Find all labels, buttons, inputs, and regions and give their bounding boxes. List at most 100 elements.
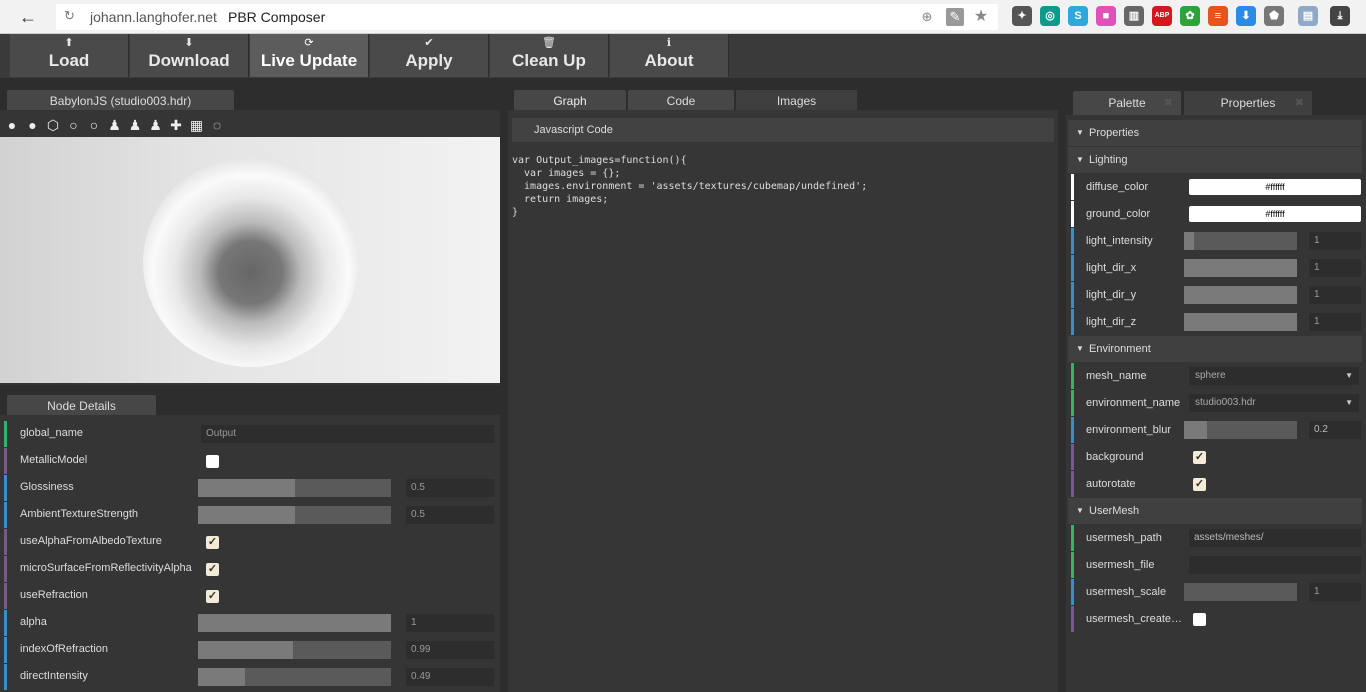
usermesh-created-checkbox[interactable] xyxy=(1193,613,1206,626)
property-slider[interactable] xyxy=(198,614,391,632)
section-environment[interactable]: ▼ Environment xyxy=(1068,336,1362,362)
downloads-icon[interactable]: ⤓ xyxy=(1330,6,1350,26)
property-value-input[interactable]: 0.49 xyxy=(406,668,494,686)
environment-blur-input[interactable]: 0.2 xyxy=(1309,421,1361,439)
tab-graph[interactable]: Graph xyxy=(514,90,626,112)
row-color-bar xyxy=(1071,282,1074,308)
address-bar[interactable]: ↻ johann.langhofer.net PBR Composer ⊕ ✎ … xyxy=(56,4,998,30)
about-button[interactable]: ℹ About xyxy=(610,34,729,77)
close-icon[interactable]: ✖ xyxy=(1295,91,1304,115)
property-checkbox[interactable] xyxy=(206,455,219,468)
skype-icon[interactable]: S xyxy=(1068,6,1088,26)
bookmark-extension-icon[interactable]: ≡ xyxy=(1208,6,1228,26)
lighting-slider[interactable] xyxy=(1184,286,1297,304)
tab-properties[interactable]: Properties ✖ xyxy=(1184,91,1312,115)
lighting-slider[interactable] xyxy=(1184,232,1297,250)
row-color-bar xyxy=(1071,471,1074,497)
viewer-tool-icon[interactable]: ♟ xyxy=(148,117,164,133)
load-button[interactable]: ⬆ Load xyxy=(10,34,129,77)
diffuse-color-picker[interactable]: #ffffff xyxy=(1189,179,1361,195)
evernote-icon[interactable]: ✿ xyxy=(1180,6,1200,26)
property-label: AmbientTextureStrength xyxy=(20,508,139,520)
download-button[interactable]: ⬇ Download xyxy=(130,34,249,77)
viewer-tool-icon[interactable]: ✚ xyxy=(168,117,184,133)
environment-name-select[interactable]: studio003.hdr ▼ xyxy=(1189,394,1359,412)
viewer-tool-icon[interactable]: ○ xyxy=(86,117,102,133)
property-value-input[interactable]: 1 xyxy=(406,614,494,632)
gradient-extension-icon[interactable]: ■ xyxy=(1096,6,1116,26)
download-extension-icon[interactable]: ⬇ xyxy=(1236,6,1256,26)
usermesh-path-input[interactable]: assets/meshes/ xyxy=(1189,529,1361,547)
lighting-value-input[interactable]: 1 xyxy=(1309,286,1361,304)
ground-color-picker[interactable]: #ffffff xyxy=(1189,206,1361,222)
property-checkbox[interactable]: ✓ xyxy=(206,563,219,576)
map-pin-icon[interactable]: ⬟ xyxy=(1264,6,1284,26)
reload-icon[interactable]: ↻ xyxy=(64,8,75,24)
tab-node-details[interactable]: Node Details xyxy=(7,395,156,417)
tab-palette[interactable]: Palette ✖ xyxy=(1073,91,1181,115)
tab-code[interactable]: Code xyxy=(628,90,734,112)
viewer-tool-icon[interactable]: ● xyxy=(25,117,41,133)
abp-icon[interactable]: ABP xyxy=(1152,6,1172,26)
background-checkbox[interactable]: ✓ xyxy=(1193,451,1206,464)
clean-up-button[interactable]: 🗑 Clean Up xyxy=(490,34,609,77)
trash-icon[interactable]: ▥ xyxy=(1124,6,1144,26)
apply-icon: ✔ xyxy=(424,37,434,49)
edit-extension-icon[interactable]: ✎ xyxy=(946,8,964,26)
mesh-name-select[interactable]: sphere ▼ xyxy=(1189,367,1359,385)
lighting-slider[interactable] xyxy=(1184,313,1297,331)
close-icon[interactable]: ✖ xyxy=(1164,91,1173,115)
usermesh-file-input[interactable] xyxy=(1189,556,1361,574)
property-checkbox[interactable]: ✓ xyxy=(206,536,219,549)
3d-viewport[interactable] xyxy=(0,137,500,383)
environment-blur-slider[interactable] xyxy=(1184,421,1297,439)
document-icon[interactable]: ▤ xyxy=(1298,6,1318,26)
row-color-bar xyxy=(4,502,7,528)
apply-button[interactable]: ✔ Apply xyxy=(370,34,489,77)
viewer-tool-icon[interactable]: ♟ xyxy=(107,117,123,133)
section-usermesh-label: UserMesh xyxy=(1089,505,1140,517)
row-color-bar xyxy=(1071,552,1074,578)
row-color-bar xyxy=(1071,579,1074,605)
lightbulb-icon[interactable]: ✦ xyxy=(1012,6,1032,26)
lighting-slider[interactable] xyxy=(1184,259,1297,277)
section-usermesh[interactable]: ▼ UserMesh xyxy=(1068,498,1362,524)
section-environment-label: Environment xyxy=(1089,343,1151,355)
section-properties[interactable]: ▼ Properties xyxy=(1068,120,1362,146)
viewer-tool-icon[interactable]: ▦ xyxy=(189,117,205,133)
viewer-tool-icon[interactable]: ● xyxy=(4,117,20,133)
slider-fill xyxy=(1184,259,1297,277)
usermesh-scale-input[interactable]: 1 xyxy=(1309,583,1361,601)
property-row: MetallicModel xyxy=(0,448,500,474)
property-value-input[interactable]: 0.99 xyxy=(406,641,494,659)
property-slider[interactable] xyxy=(198,506,391,524)
live-update-button[interactable]: ⟳ Live Update xyxy=(250,34,369,77)
viewer-tool-icon[interactable]: ◌ xyxy=(209,117,225,133)
tab-images[interactable]: Images xyxy=(736,90,857,112)
property-slider[interactable] xyxy=(198,668,391,686)
viewer-tool-icon[interactable]: ⬡ xyxy=(45,117,61,133)
background-label: background xyxy=(1086,451,1144,463)
global-name-input[interactable]: Output xyxy=(201,425,494,443)
search-extension-icon[interactable]: ◎ xyxy=(1040,6,1060,26)
property-checkbox[interactable]: ✓ xyxy=(206,590,219,603)
code-text[interactable]: var Output_images=function(){ var images… xyxy=(512,154,1052,219)
property-value-input[interactable]: 0.5 xyxy=(406,479,494,497)
viewer-tool-icon[interactable]: ♟ xyxy=(127,117,143,133)
section-lighting[interactable]: ▼ Lighting xyxy=(1068,147,1362,173)
lighting-value-input[interactable]: 1 xyxy=(1309,313,1361,331)
lighting-value-input[interactable]: 1 xyxy=(1309,232,1361,250)
back-arrow-icon[interactable]: ← xyxy=(16,6,40,28)
tab-viewer[interactable]: BabylonJS (studio003.hdr) xyxy=(7,90,234,112)
ground-color-label: ground_color xyxy=(1086,208,1151,220)
lighting-value-input[interactable]: 1 xyxy=(1309,259,1361,277)
viewer-tool-icon[interactable]: ○ xyxy=(66,117,82,133)
slider-fill xyxy=(198,506,295,524)
globe-icon[interactable]: ⊕ xyxy=(918,8,936,26)
property-value-input[interactable]: 0.5 xyxy=(406,506,494,524)
autorotate-checkbox[interactable]: ✓ xyxy=(1193,478,1206,491)
usermesh-scale-slider[interactable] xyxy=(1184,583,1297,601)
property-slider[interactable] xyxy=(198,641,391,659)
star-icon[interactable]: ★ xyxy=(972,8,990,26)
property-slider[interactable] xyxy=(198,479,391,497)
